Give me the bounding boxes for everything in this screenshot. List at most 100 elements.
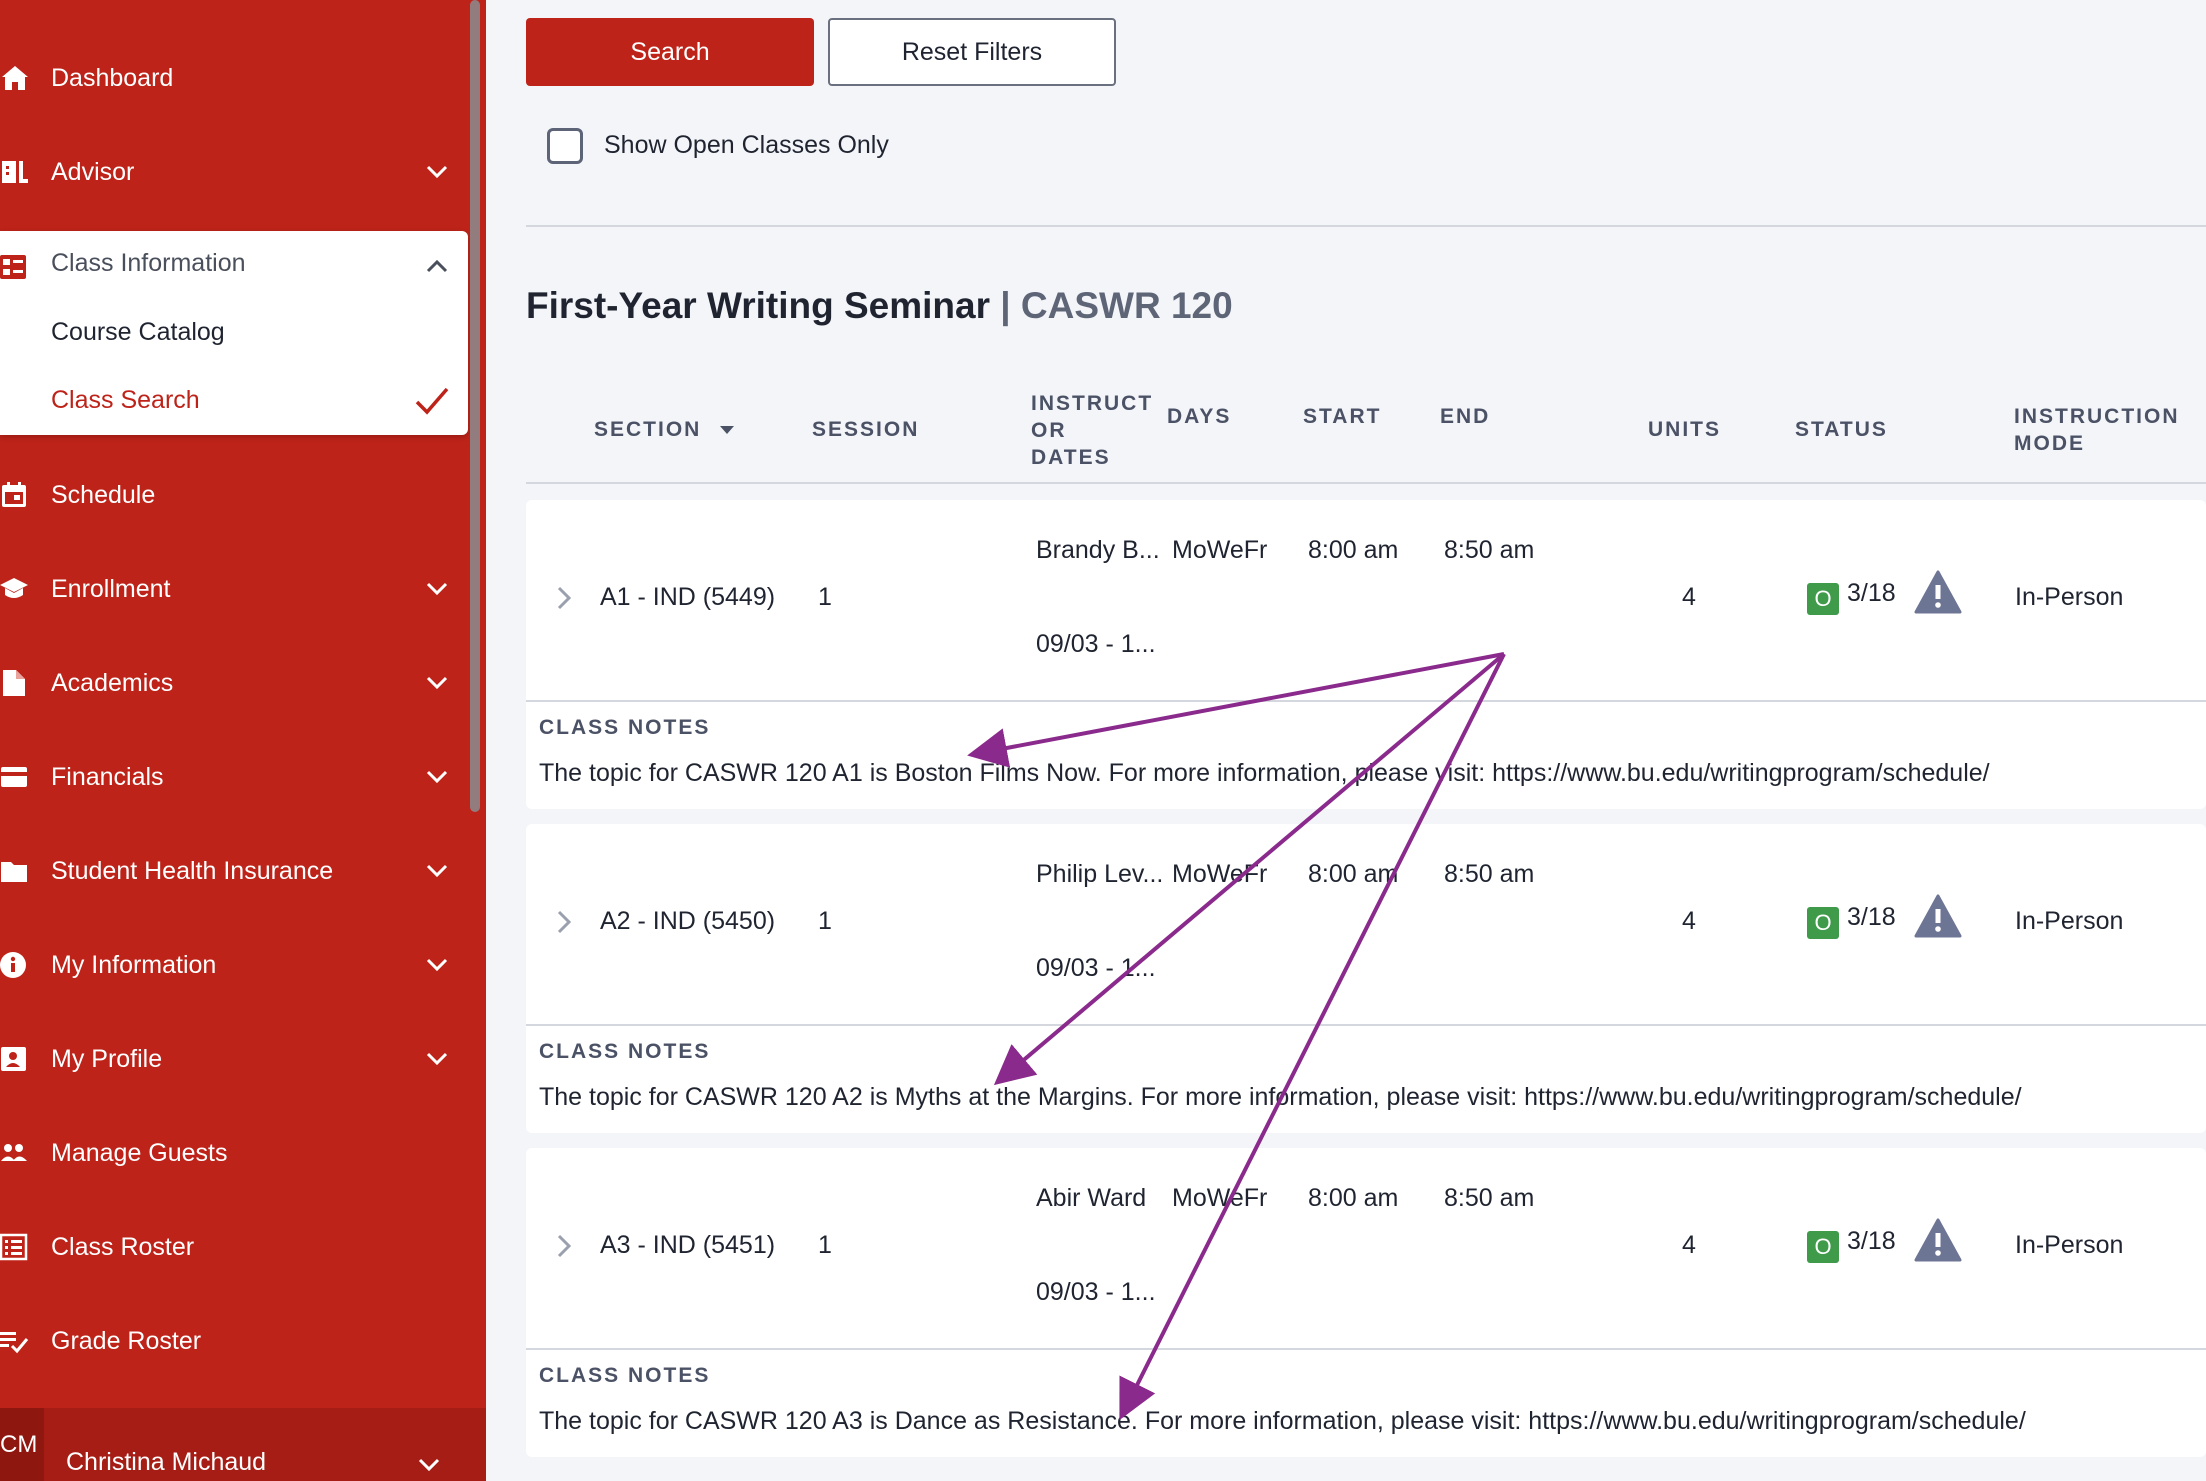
chevron-down-icon[interactable]: [422, 157, 452, 187]
sidebar-subitem-course-catalog[interactable]: Course Catalog: [51, 318, 225, 347]
users-icon: [0, 1138, 30, 1168]
sidebar-item-my-profile[interactable]: My Profile: [0, 1026, 470, 1092]
sidebar-item-schedule[interactable]: Schedule: [0, 462, 470, 528]
header-instructor-dates: INSTRUCT OR DATES: [1031, 392, 1154, 469]
session-cell: 1: [818, 907, 832, 935]
warning-icon[interactable]: [1914, 1218, 1962, 1262]
header-section[interactable]: SECTION: [594, 416, 735, 443]
section-cell: A1 - IND (5449): [600, 583, 776, 611]
sidebar-item-label: Dashboard: [51, 63, 174, 92]
course-name: First-Year Writing Seminar: [526, 285, 990, 326]
home-icon: [0, 63, 30, 93]
sort-down-icon[interactable]: [719, 424, 735, 436]
sidebar-item-enrollment[interactable]: Enrollment: [0, 556, 470, 622]
user-menu[interactable]: CM Christina Michaud: [0, 1408, 486, 1481]
chevron-right-icon[interactable]: [552, 907, 576, 937]
seats-cell: 3/18: [1847, 579, 1896, 607]
class-notes-text: The topic for CASWR 120 A3 is Dance as R…: [539, 1407, 2026, 1435]
course-code: CASWR 120: [1020, 285, 1233, 326]
dates-cell: 09/03 - 1...: [1036, 630, 1156, 658]
class-info-icon: [0, 255, 26, 279]
open-classes-checkbox[interactable]: [547, 128, 583, 164]
sidebar-item-label: Financials: [51, 762, 164, 791]
warning-icon[interactable]: [1914, 570, 1962, 614]
status-badge: O: [1807, 907, 1839, 939]
days-cell: MoWeFr: [1172, 536, 1268, 564]
sidebar-item-financials[interactable]: Financials: [0, 744, 470, 810]
sidebar-item-label: Enrollment: [51, 574, 171, 603]
chevron-down-icon[interactable]: [414, 1450, 444, 1480]
search-button[interactable]: Search: [526, 18, 814, 86]
table-row: A3 - IND (5451) 1 Abir Ward 09/03 - 1...…: [526, 1148, 2206, 1457]
header-instruction-mode: INSTRUCTION MODE: [2014, 405, 2180, 455]
sidebar-item-student-health-insurance[interactable]: Student Health Insurance: [0, 838, 470, 904]
sidebar-item-label: Advisor: [51, 157, 135, 186]
advisor-icon: [0, 157, 30, 187]
chevron-down-icon[interactable]: [422, 950, 452, 980]
sidebar-item-class-information[interactable]: Class Information: [51, 249, 246, 278]
chevron-right-icon[interactable]: [552, 583, 576, 613]
units-cell: 4: [1682, 583, 1696, 611]
sidebar-item-label: Class Roster: [51, 1232, 195, 1261]
chevron-down-icon[interactable]: [422, 574, 452, 604]
reset-filters-button[interactable]: Reset Filters: [828, 18, 1116, 86]
sidebar-item-class-roster[interactable]: Class Roster: [0, 1214, 470, 1280]
divider: [526, 1348, 2206, 1350]
end-cell: 8:50 am: [1444, 860, 1535, 888]
checkmark-icon: [415, 387, 449, 415]
divider: [526, 700, 2206, 702]
sidebar-item-advisor[interactable]: Advisor: [0, 139, 470, 205]
class-notes-label: CLASS NOTES: [539, 1364, 711, 1387]
class-notes-text: The topic for CASWR 120 A2 is Myths at t…: [539, 1083, 2022, 1111]
start-cell: 8:00 am: [1308, 536, 1399, 564]
chevron-up-icon[interactable]: [422, 251, 452, 281]
info-icon: [0, 950, 30, 980]
sidebar-item-grade-roster[interactable]: Grade Roster: [0, 1308, 470, 1374]
sidebar-item-label: Manage Guests: [51, 1138, 228, 1167]
header-start: START: [1303, 405, 1382, 428]
credit-card-icon: [0, 762, 30, 792]
user-name: Christina Michaud: [66, 1448, 267, 1476]
mode-cell: In-Person: [2015, 583, 2124, 611]
mode-cell: In-Person: [2015, 1231, 2124, 1259]
sidebar-item-label: Grade Roster: [51, 1326, 202, 1355]
sidebar-item-academics[interactable]: Academics: [0, 650, 470, 716]
dates-cell: 09/03 - 1...: [1036, 954, 1156, 982]
instructor-cell: Brandy B...: [1036, 536, 1160, 564]
chevron-down-icon[interactable]: [422, 668, 452, 698]
session-cell: 1: [818, 583, 832, 611]
sidebar: Dashboard Advisor Class Information Cour…: [0, 0, 486, 1481]
divider: [526, 225, 2206, 227]
header-status: STATUS: [1795, 418, 1888, 441]
chevron-down-icon[interactable]: [422, 762, 452, 792]
chevron-down-icon[interactable]: [422, 856, 452, 886]
mode-cell: In-Person: [2015, 907, 2124, 935]
class-notes-label: CLASS NOTES: [539, 716, 711, 739]
section-cell: A3 - IND (5451): [600, 1231, 776, 1259]
sidebar-item-label: My Profile: [51, 1044, 163, 1073]
sidebar-item-dashboard[interactable]: Dashboard: [0, 45, 470, 111]
id-card-icon: [0, 1044, 30, 1074]
sidebar-item-label: Academics: [51, 668, 174, 697]
divider: [526, 1024, 2206, 1026]
sidebar-item-my-information[interactable]: My Information: [0, 932, 470, 998]
class-information-menu: Class Information Course Catalog Class S…: [0, 231, 468, 435]
header-days: DAYS: [1167, 405, 1232, 428]
table-row: A1 - IND (5449) 1 Brandy B... 09/03 - 1.…: [526, 500, 2206, 809]
warning-icon[interactable]: [1914, 894, 1962, 938]
sidebar-subitem-class-search[interactable]: Class Search: [51, 386, 200, 415]
header-end: END: [1440, 405, 1491, 428]
sidebar-item-manage-guests[interactable]: Manage Guests: [0, 1120, 470, 1186]
chevron-right-icon[interactable]: [552, 1231, 576, 1261]
avatar: CM: [0, 1408, 44, 1481]
chevron-down-icon[interactable]: [422, 1044, 452, 1074]
units-cell: 4: [1682, 1231, 1696, 1259]
document-icon: [0, 668, 30, 698]
table-row: A2 - IND (5450) 1 Philip Lev... 09/03 - …: [526, 824, 2206, 1133]
open-classes-label[interactable]: Show Open Classes Only: [604, 131, 889, 160]
class-notes-text: The topic for CASWR 120 A1 is Boston Fil…: [539, 759, 1990, 787]
folder-icon: [0, 856, 30, 886]
sidebar-scrollbar[interactable]: [470, 0, 480, 812]
header-units: UNITS: [1648, 418, 1721, 441]
sidebar-item-label: My Information: [51, 950, 217, 979]
